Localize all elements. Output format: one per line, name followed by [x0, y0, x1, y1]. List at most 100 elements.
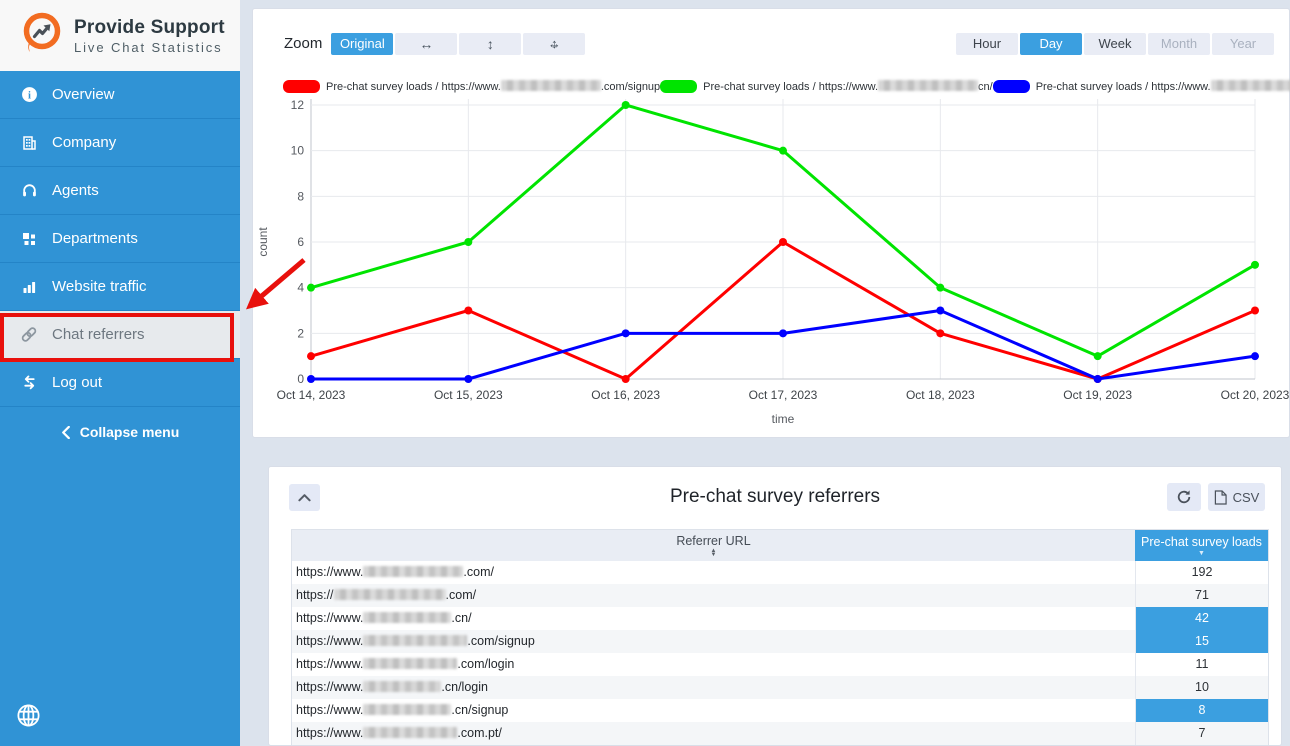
table-row: https://www..cn/login 10 [292, 676, 1268, 699]
referrer-url-cell: https://www..cn/login [292, 676, 1135, 699]
sidebar-item-label: Log out [52, 374, 102, 391]
censored-url [501, 80, 601, 91]
sidebar-item-overview[interactable]: i Overview [0, 71, 240, 119]
zoom-original-button[interactable]: Original [331, 33, 393, 55]
svg-text:count: count [256, 227, 270, 257]
legend-swatch [283, 80, 320, 93]
svg-text:12: 12 [291, 98, 305, 112]
zoom-arrow-move-button[interactable]: ↔↕ [523, 33, 585, 55]
sidebar-nav: i Overview Company Agents Departments We… [0, 71, 240, 407]
building-icon [20, 134, 38, 152]
chart-toolbar: Zoom Original↔↕↔↕ HourDayWeekMonthYear [284, 32, 1276, 55]
refresh-button[interactable] [1167, 483, 1201, 511]
svg-text:i: i [28, 90, 31, 101]
referrer-url-cell: https://www..com/login [292, 653, 1135, 676]
legend-swatch [660, 80, 697, 93]
horizontal-arrow-icon: ↔ [419, 36, 433, 52]
file-icon [1214, 490, 1227, 505]
referrers-panel: Pre-chat survey referrers CSV Referrer U… [268, 466, 1282, 746]
table-row: https://www..cn/ 42 [292, 607, 1268, 630]
legend-label: Pre-chat survey loads / https://www..cn/… [1036, 80, 1290, 93]
svg-text:Oct 18, 2023: Oct 18, 2023 [906, 388, 975, 402]
column-header-survey-loads[interactable]: Pre-chat survey loads ▼ [1135, 530, 1268, 561]
sidebar-item-agents[interactable]: Agents [0, 167, 240, 215]
survey-loads-cell: 8 [1135, 699, 1268, 722]
line-chart[interactable]: Oct 14, 2023Oct 15, 2023Oct 16, 2023Oct … [253, 93, 1289, 437]
chart-legend: Pre-chat survey loads / https://www..com… [283, 80, 1277, 93]
zoom-label: Zoom [284, 35, 322, 52]
legend-swatch [993, 80, 1030, 93]
language-globe-icon[interactable] [15, 702, 42, 729]
sidebar-item-label: Overview [52, 86, 115, 103]
svg-text:6: 6 [297, 235, 304, 249]
referrer-url-header-label: Referrer URL [676, 534, 750, 548]
censored-url [363, 635, 467, 646]
survey-loads-cell: 71 [1135, 584, 1268, 607]
svg-text:Oct 19, 2023: Oct 19, 2023 [1063, 388, 1132, 402]
censored-url [363, 612, 451, 623]
censored-url [363, 727, 457, 738]
sidebar-item-departments[interactable]: Departments [0, 215, 240, 263]
referrer-url-cell: https://www..com.pt/ [292, 722, 1135, 745]
legend-label: Pre-chat survey loads / https://www.cn/ [703, 80, 993, 93]
sort-descending-icon: ▼ [1198, 550, 1205, 557]
tab-day[interactable]: Day [1020, 33, 1082, 55]
svg-text:8: 8 [297, 189, 304, 203]
tab-hour[interactable]: Hour [956, 33, 1018, 55]
table-row: https://www..com.pt/ 7 [292, 722, 1268, 745]
csv-export-button[interactable]: CSV [1208, 483, 1265, 511]
zoom-button-group: Original↔↕↔↕ [331, 33, 587, 55]
survey-loads-cell: 7 [1135, 722, 1268, 745]
table-row: https://www..com/login 11 [292, 653, 1268, 676]
legend-item: Pre-chat survey loads / https://www.cn/ [660, 80, 993, 93]
survey-loads-cell: 11 [1135, 653, 1268, 676]
sidebar-item-label: Agents [52, 182, 99, 199]
referrers-table: Referrer URL ▲▼ Pre-chat survey loads ▼ … [291, 529, 1269, 746]
censored-url [363, 658, 457, 669]
svg-text:Oct 14, 2023: Oct 14, 2023 [277, 388, 346, 402]
referrer-url-cell: https://www..cn/ [292, 607, 1135, 630]
sidebar-item-company[interactable]: Company [0, 119, 240, 167]
tab-year[interactable]: Year [1212, 33, 1274, 55]
svg-text:4: 4 [297, 281, 304, 295]
censored-url [363, 704, 451, 715]
tab-month[interactable]: Month [1148, 33, 1210, 55]
logo-title: Provide Support [74, 17, 225, 39]
collapse-menu-button[interactable]: Collapse menu [0, 413, 240, 451]
survey-loads-cell: 192 [1135, 561, 1268, 584]
table-row: https://www..cn/signup 8 [292, 699, 1268, 722]
app-logo: Provide Support Live Chat Statistics [0, 0, 240, 71]
chevron-left-icon [61, 426, 71, 439]
svg-text:Oct 17, 2023: Oct 17, 2023 [749, 388, 818, 402]
censored-url [878, 80, 978, 91]
tab-week[interactable]: Week [1084, 33, 1146, 55]
sidebar: Provide Support Live Chat Statistics i O… [0, 0, 240, 746]
table-row: https://www..com/ 192 [292, 561, 1268, 584]
column-header-referrer-url[interactable]: Referrer URL ▲▼ [292, 530, 1135, 561]
sidebar-item-label: Chat referrers [52, 326, 145, 343]
provide-support-logo-icon [21, 11, 63, 60]
svg-text:Oct 15, 2023: Oct 15, 2023 [434, 388, 503, 402]
censored-url [1211, 80, 1290, 91]
svg-text:2: 2 [297, 326, 304, 340]
censored-url [363, 681, 441, 692]
sidebar-item-log-out[interactable]: Log out [0, 359, 240, 407]
svg-text:Oct 20, 2023: Oct 20, 2023 [1221, 388, 1290, 402]
zoom-arrow-h-button[interactable]: ↔ [395, 33, 457, 55]
legend-item: Pre-chat survey loads / https://www..com… [283, 80, 660, 93]
sidebar-item-website-traffic[interactable]: Website traffic [0, 263, 240, 311]
zoom-arrow-v-button[interactable]: ↕ [459, 33, 521, 55]
sidebar-item-chat-referrers[interactable]: Chat referrers [0, 311, 240, 359]
svg-text:0: 0 [297, 372, 304, 386]
sidebar-item-label: Company [52, 134, 116, 151]
referrers-panel-header: Pre-chat survey referrers CSV [269, 467, 1281, 529]
chart-panel: Zoom Original↔↕↔↕ HourDayWeekMonthYear P… [252, 8, 1290, 438]
censored-url [363, 566, 463, 577]
link-icon [20, 326, 38, 344]
legend-label: Pre-chat survey loads / https://www..com… [326, 80, 660, 93]
sidebar-item-label: Departments [52, 230, 138, 247]
logo-subtitle: Live Chat Statistics [74, 40, 225, 55]
refresh-icon [1176, 489, 1192, 505]
survey-loads-header-label: Pre-chat survey loads [1141, 535, 1262, 549]
sidebar-item-label: Website traffic [52, 278, 146, 295]
